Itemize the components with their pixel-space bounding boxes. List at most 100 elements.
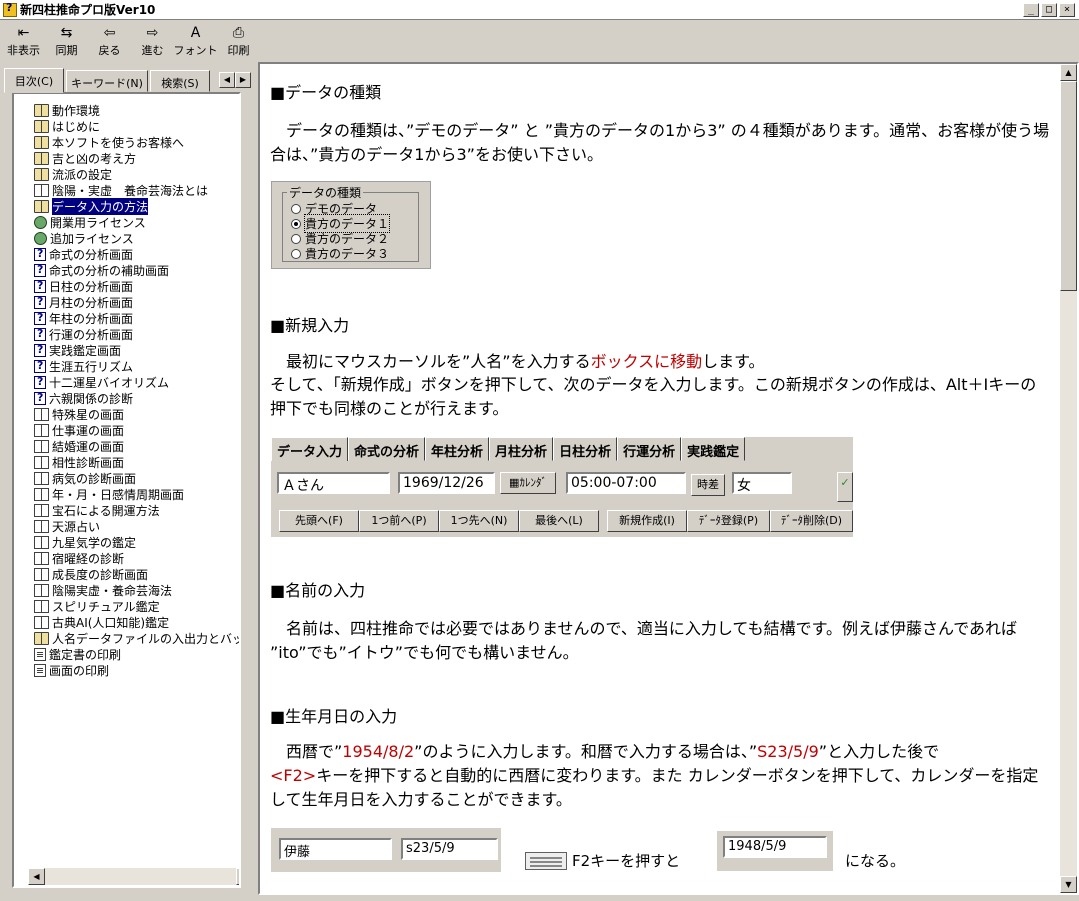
app-tab[interactable]: 行運分析 bbox=[617, 437, 682, 461]
next-record-button[interactable]: 1つ先へ(N) bbox=[439, 510, 519, 532]
tree-item[interactable]: 十二運星バイオリズム bbox=[34, 374, 239, 390]
tree-item[interactable]: 流派の設定 bbox=[34, 166, 239, 182]
gender-select[interactable]: 女 bbox=[732, 472, 792, 494]
tree-item[interactable]: 本ソフトを使うお客様へ bbox=[34, 134, 239, 150]
radio-option[interactable]: 貴方のデータ３ bbox=[291, 245, 389, 262]
tree-item[interactable]: 結婚運の画面 bbox=[34, 438, 239, 454]
tree-horizontal-scrollbar[interactable]: ◀ ▶ bbox=[28, 868, 239, 885]
help-topic-icon bbox=[34, 263, 46, 277]
tree-item[interactable]: 日柱の分析画面 bbox=[34, 278, 239, 294]
name-field[interactable]: Ａさん bbox=[277, 472, 390, 494]
open-book-icon bbox=[34, 455, 49, 469]
first-record-button[interactable]: 先頭へ(F) bbox=[279, 510, 359, 532]
sync-button[interactable]: ⇆ 同期 bbox=[45, 21, 88, 59]
tree-item[interactable]: 宿曜経の診断 bbox=[34, 550, 239, 566]
app-tab[interactable]: データ入力 bbox=[271, 437, 349, 461]
tree-item[interactable]: 人名データファイルの入出力とバックアップ bbox=[34, 630, 239, 646]
topic-vertical-scrollbar[interactable]: ▲ ▼ bbox=[1060, 64, 1077, 893]
tree-item[interactable]: 特殊星の画面 bbox=[34, 406, 239, 422]
minimize-button[interactable]: _ bbox=[1023, 3, 1039, 17]
heading-name-entry: ■名前の入力 bbox=[270, 581, 366, 600]
tree-item-label: 年・月・日感情周期画面 bbox=[52, 487, 185, 502]
scroll-right-button[interactable]: ▶ bbox=[236, 868, 239, 885]
tree-item[interactable]: 命式の分析画面 bbox=[34, 246, 239, 262]
tree-item[interactable]: 行運の分析画面 bbox=[34, 326, 239, 342]
tab-keyword[interactable]: キーワード(N) bbox=[66, 70, 148, 92]
tree-item[interactable]: 追加ライセンス bbox=[34, 230, 239, 246]
naru-text: になる。 bbox=[845, 852, 906, 870]
tree-item[interactable]: 年・月・日感情周期画面 bbox=[34, 486, 239, 502]
tree-item[interactable]: 天源占い bbox=[34, 518, 239, 534]
tree-item[interactable]: 実践鑑定画面 bbox=[34, 342, 239, 358]
tab-scroll-left-button[interactable]: ◀ bbox=[219, 72, 235, 88]
tree-item-label: 宝石による開運方法 bbox=[52, 503, 160, 518]
tree-item[interactable]: 九星気学の鑑定 bbox=[34, 534, 239, 550]
font-icon: A bbox=[190, 24, 201, 41]
tree-item[interactable]: 年柱の分析画面 bbox=[34, 310, 239, 326]
scroll-left-button[interactable]: ◀ bbox=[28, 868, 45, 885]
tree-item[interactable]: 動作環境 bbox=[34, 102, 239, 118]
tree-item-label: 吉と凶の考え方 bbox=[52, 151, 137, 166]
tree-item[interactable]: 病気の診断画面 bbox=[34, 470, 239, 486]
save-record-button[interactable]: ﾃﾞｰﾀ登録(P) bbox=[687, 510, 770, 532]
tree-item[interactable]: 生涯五行リズム bbox=[34, 358, 239, 374]
back-button[interactable]: ⇦ 戻る bbox=[88, 21, 131, 59]
tree-item[interactable]: 陰陽実虚・養命芸海法 bbox=[34, 582, 239, 598]
app-tab[interactable]: 命式の分析 bbox=[348, 437, 426, 461]
f2-key-text: F2キーを押すと bbox=[572, 852, 681, 870]
app-tab[interactable]: 年柱分析 bbox=[425, 437, 490, 461]
tree-item[interactable]: スピリチュアル鑑定 bbox=[34, 598, 239, 614]
confirm-check-button[interactable]: ✓ bbox=[837, 472, 853, 502]
time-select[interactable]: 05:00-07:00 bbox=[566, 472, 686, 494]
scroll-down-button[interactable]: ▼ bbox=[1060, 876, 1077, 893]
tree-item-label: 動作環境 bbox=[52, 103, 101, 118]
open-book-icon bbox=[34, 551, 49, 565]
help-app-icon bbox=[3, 1, 17, 17]
tree-item[interactable]: 命式の分析の補助画面 bbox=[34, 262, 239, 278]
prev-record-button[interactable]: 1つ前へ(P) bbox=[359, 510, 439, 532]
tree-item[interactable]: 六親関係の診断 bbox=[34, 390, 239, 406]
tree-item-label: 年柱の分析画面 bbox=[49, 311, 134, 326]
forward-button[interactable]: ⇨ 進む bbox=[131, 21, 174, 59]
tree-item[interactable]: 仕事運の画面 bbox=[34, 422, 239, 438]
delete-record-button[interactable]: ﾃﾞｰﾀ削除(D) bbox=[770, 510, 853, 532]
tree-item-label: 人名データファイルの入出力とバックアップ bbox=[52, 631, 239, 646]
time-diff-button[interactable]: 時差 bbox=[691, 474, 725, 496]
tree-item[interactable]: はじめに bbox=[34, 118, 239, 134]
tree-item[interactable]: 画面の印刷 bbox=[34, 662, 239, 678]
hide-button[interactable]: ⇤ 非表示 bbox=[2, 21, 45, 59]
birthdate-field[interactable]: 1969/12/26 bbox=[398, 472, 495, 494]
print-button[interactable]: ⎙ 印刷 bbox=[217, 21, 260, 59]
keyboard-icon bbox=[525, 852, 567, 870]
tab-scroll-right-button[interactable]: ▶ bbox=[235, 72, 251, 88]
tree-item[interactable]: 成長度の診断画面 bbox=[34, 566, 239, 582]
app-tab[interactable]: 日柱分析 bbox=[553, 437, 618, 461]
new-record-button[interactable]: 新規作成(I) bbox=[607, 510, 687, 532]
tree-item[interactable]: 月柱の分析画面 bbox=[34, 294, 239, 310]
tree-item[interactable]: 陰陽・実虚 養命芸海法とは bbox=[34, 182, 239, 198]
tree-item[interactable]: 開業用ライセンス bbox=[34, 214, 239, 230]
contents-tree[interactable]: 動作環境 はじめに 本ソフトを使うお客様へ 吉と凶の考え方 流派の設定 陰陽・実虚 養命芸… bbox=[12, 92, 241, 888]
tree-item-label: 成長度の診断画面 bbox=[52, 567, 149, 582]
close-button[interactable]: × bbox=[1059, 3, 1075, 17]
scroll-thumb[interactable] bbox=[1060, 81, 1077, 291]
tab-search[interactable]: 検索(S) bbox=[150, 70, 210, 92]
scroll-up-button[interactable]: ▲ bbox=[1060, 64, 1077, 81]
font-button[interactable]: A フォント bbox=[174, 21, 218, 59]
printer-icon: ⎙ bbox=[232, 24, 245, 41]
tree-item[interactable]: 吉と凶の考え方 bbox=[34, 150, 239, 166]
tree-item[interactable]: 相性診断画面 bbox=[34, 454, 239, 470]
tree-item[interactable]: 古典AI(人口知能)鑑定 bbox=[34, 614, 239, 630]
app-tab[interactable]: 月柱分析 bbox=[489, 437, 554, 461]
tree-item[interactable]: データ入力の方法 bbox=[34, 197, 239, 215]
last-record-button[interactable]: 最後へ(L) bbox=[519, 510, 599, 532]
calendar-button[interactable]: ▦ｶﾚﾝﾀﾞ bbox=[500, 472, 556, 494]
tab-contents[interactable]: 目次(C) bbox=[4, 68, 64, 93]
tree-item[interactable]: 宝石による開運方法 bbox=[34, 502, 239, 518]
open-book-icon bbox=[34, 615, 49, 629]
tree-item[interactable]: 鑑定書の印刷 bbox=[34, 646, 239, 662]
tree-item-label: 結婚運の画面 bbox=[52, 439, 125, 454]
app-tab[interactable]: 実践鑑定 bbox=[681, 437, 746, 461]
maximize-button[interactable]: □ bbox=[1041, 3, 1057, 17]
window-title: 新四柱推命プロ版Ver10 bbox=[20, 3, 156, 17]
